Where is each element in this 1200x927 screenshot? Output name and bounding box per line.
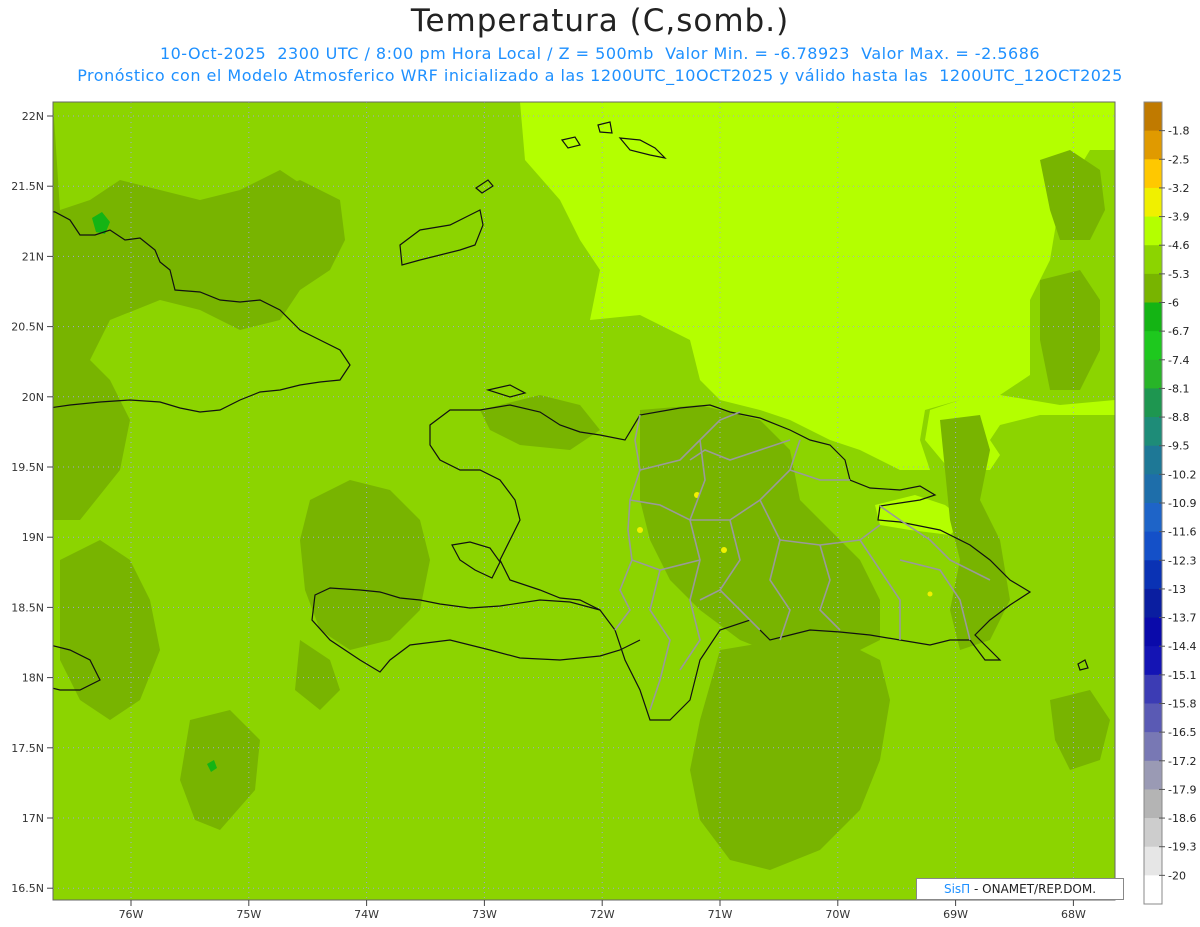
colorbar: -1.8 -2.5 -3.2 -3.9 -4.6 -5.3 -6 -6.7 -7.4 -8.1 -8… xyxy=(1143,101,1196,905)
colorbar-label: -14.4 xyxy=(1168,640,1196,653)
lat-axis: 22N 21.5N 21N 20.5N 20N 19.5N 19N 18.5N 18N 17.5N… xyxy=(11,110,53,895)
colorbar-label: -5.3 xyxy=(1168,268,1189,281)
lat-label: 17.5N xyxy=(11,742,44,755)
colorbar-label: -16.5 xyxy=(1168,726,1196,739)
sisp-logo: SisΠ xyxy=(943,882,971,896)
colorbar-swatch xyxy=(1144,102,1162,132)
lat-label: 22N xyxy=(22,110,44,123)
colorbar-label: -6 xyxy=(1168,297,1179,310)
colorbar-swatch xyxy=(1144,302,1162,332)
colorbar-label: -20 xyxy=(1168,869,1186,882)
lat-label: 20.5N xyxy=(11,321,44,334)
colorbar-swatch xyxy=(1144,560,1162,590)
colorbar-label: -18.6 xyxy=(1168,812,1196,825)
colorbar-label: -10.9 xyxy=(1168,497,1196,510)
colorbar-label: -12.3 xyxy=(1168,554,1196,567)
colorbar-label: -15.1 xyxy=(1168,669,1196,682)
colorbar-swatch xyxy=(1144,187,1162,218)
colorbar-label: -6.7 xyxy=(1168,325,1189,338)
colorbar-swatch xyxy=(1144,130,1162,160)
temperature-map: 22N 21.5N 21N 20.5N 20N 19.5N 19N 18.5N 18N 17.5N… xyxy=(11,101,1196,921)
lat-label: 16.5N xyxy=(11,882,44,895)
colorbar-label: -3.2 xyxy=(1168,182,1189,195)
colorbar-swatch xyxy=(1144,503,1162,533)
lat-label: 18N xyxy=(22,672,44,685)
credit-text: - ONAMET/REP.DOM. xyxy=(970,882,1097,896)
colorbar-swatch xyxy=(1144,245,1162,275)
lat-label: 21.5N xyxy=(11,180,44,193)
colorbar-swatch xyxy=(1144,703,1162,733)
colorbar-label: -15.8 xyxy=(1168,698,1196,711)
colorbar-label: -8.1 xyxy=(1168,382,1189,395)
lon-axis: 76W 75W 74W 73W 72W 71W 70W 69W 68W xyxy=(119,900,1086,921)
colorbar-label: -9.5 xyxy=(1168,440,1189,453)
credit-box: SisΠ - ONAMET/REP.DOM. xyxy=(916,878,1124,900)
lon-label: 75W xyxy=(236,908,261,921)
colorbar-swatch xyxy=(1144,846,1162,876)
colorbar-swatch xyxy=(1144,359,1162,389)
colorbar-swatch xyxy=(1144,732,1162,762)
lon-label: 71W xyxy=(708,908,733,921)
colorbar-swatch xyxy=(1144,674,1162,704)
colorbar-swatch xyxy=(1144,588,1162,619)
lat-label: 21N xyxy=(22,250,44,263)
colorbar-swatch xyxy=(1144,474,1162,504)
colorbar-label: -8.8 xyxy=(1168,411,1189,424)
colorbar-label: -10.2 xyxy=(1168,468,1196,481)
colorbar-swatch xyxy=(1144,445,1162,475)
lon-label: 72W xyxy=(590,908,615,921)
lat-label: 17N xyxy=(22,812,44,825)
colorbar-label: -17.9 xyxy=(1168,783,1196,796)
colorbar-swatch xyxy=(1144,417,1162,447)
colorbar-label: -11.6 xyxy=(1168,526,1196,539)
colorbar-label: -4.6 xyxy=(1168,239,1189,252)
lon-label: 76W xyxy=(119,908,144,921)
colorbar-swatch xyxy=(1144,875,1162,905)
lat-label: 19.5N xyxy=(11,461,44,474)
lon-label: 69W xyxy=(943,908,968,921)
lon-label: 68W xyxy=(1061,908,1086,921)
colorbar-label: -1.8 xyxy=(1168,125,1189,138)
colorbar-swatch xyxy=(1144,818,1162,848)
lat-label: 18.5N xyxy=(11,601,44,614)
colorbar-swatch xyxy=(1144,760,1162,790)
colorbar-swatch xyxy=(1144,531,1162,561)
colorbar-swatch xyxy=(1144,646,1162,676)
colorbar-label: -17.2 xyxy=(1168,755,1196,768)
colorbar-label: -19.3 xyxy=(1168,841,1196,854)
colorbar-swatch xyxy=(1144,216,1162,246)
lon-label: 73W xyxy=(472,908,497,921)
colorbar-label: -7.4 xyxy=(1168,354,1189,367)
lon-label: 74W xyxy=(354,908,379,921)
colorbar-label: -3.9 xyxy=(1168,211,1189,224)
colorbar-swatch xyxy=(1144,331,1162,361)
colorbar-swatch xyxy=(1144,273,1162,303)
lon-label: 70W xyxy=(825,908,850,921)
lat-label: 20N xyxy=(22,391,44,404)
colorbar-swatch xyxy=(1144,617,1162,647)
colorbar-swatch xyxy=(1144,388,1162,418)
colorbar-label: -13 xyxy=(1168,583,1186,596)
colorbar-label: -13.7 xyxy=(1168,612,1196,625)
colorbar-label: -2.5 xyxy=(1168,153,1189,166)
lat-label: 19N xyxy=(22,531,44,544)
colorbar-swatch xyxy=(1144,789,1162,819)
colorbar-swatch xyxy=(1144,159,1162,189)
